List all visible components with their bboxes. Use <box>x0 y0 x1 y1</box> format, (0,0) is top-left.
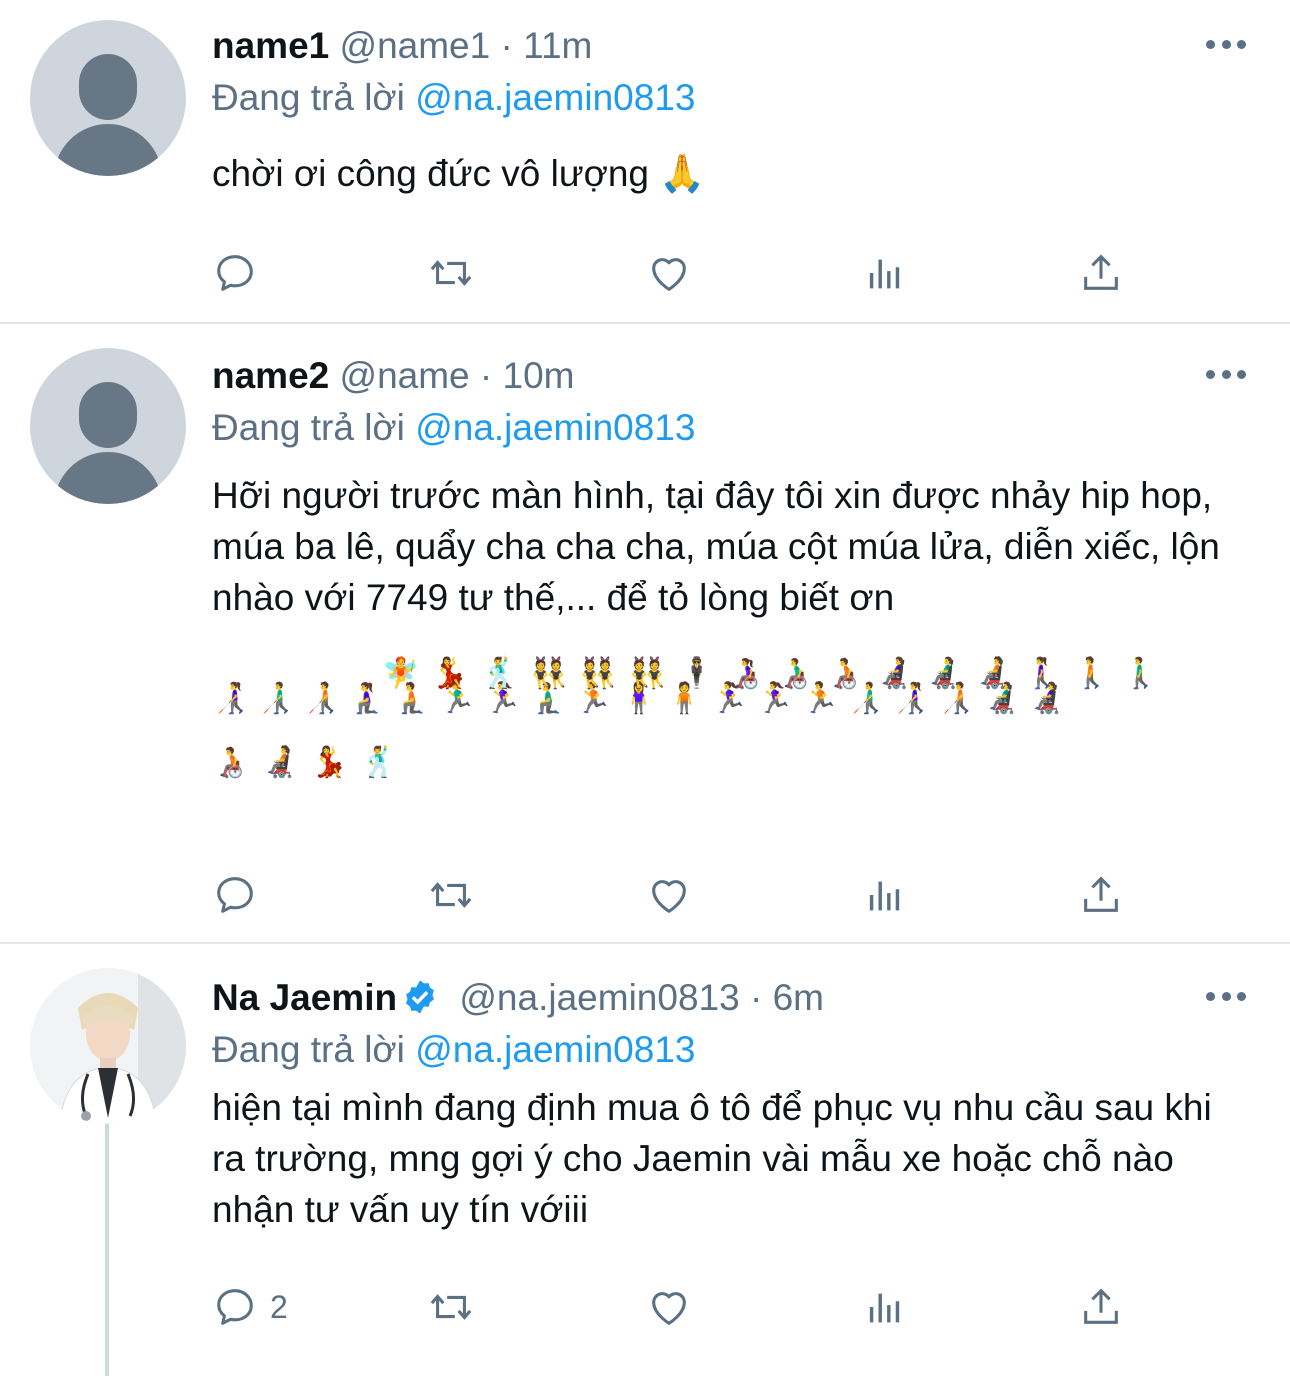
timestamp[interactable]: 11m <box>523 25 592 66</box>
share-button[interactable] <box>1078 1282 1124 1332</box>
retweet-button[interactable] <box>428 1282 474 1332</box>
profile-photo-avatar[interactable] <box>30 968 186 1124</box>
tweet-actions <box>212 248 1132 298</box>
like-button[interactable] <box>646 1282 692 1332</box>
tweet-text: chời ơi công đức vô lượng 🙏 <box>212 153 706 194</box>
timestamp[interactable]: 6m <box>773 977 824 1018</box>
more-icon[interactable] <box>1206 992 1246 1004</box>
retweet-button[interactable] <box>428 248 474 298</box>
emoji-line: 🧚💃🕺👯👯👯🕴👩‍🦽👨‍🦽🧑‍🦽👩‍🦼👨‍🦼🧑‍🦼🚶‍♀️🚶🚶‍♂️ <box>382 657 1172 690</box>
tweet[interactable]: Na Jaemin @na.jaemin0813 · 6m Đang trả l… <box>0 944 1290 1376</box>
handle[interactable]: @name <box>340 355 470 396</box>
analytics-icon <box>862 250 908 296</box>
like-button[interactable] <box>646 248 692 298</box>
analytics-icon <box>862 1284 908 1330</box>
tweet-header: name2 @name · 10m <box>212 355 575 396</box>
reply-button[interactable] <box>212 248 270 298</box>
tweet[interactable]: name1 @name1 · 11m Đang trả lời @na.jaem… <box>0 0 1290 322</box>
default-avatar[interactable] <box>30 348 186 504</box>
analytics-button[interactable] <box>862 248 908 298</box>
like-button[interactable] <box>646 870 692 920</box>
tweet-text: Hỡi người trước màn hình, tại đây tôi xi… <box>212 475 1220 618</box>
tweet-header: Na Jaemin @na.jaemin0813 · 6m <box>212 977 824 1018</box>
tweet[interactable]: name2 @name · 10m Đang trả lời @na.jaemi… <box>0 324 1290 942</box>
like-icon <box>646 1284 692 1330</box>
reply-mention-link[interactable]: @na.jaemin0813 <box>415 77 695 118</box>
emoji-line: 🧑‍🦽🧑‍🦼💃🕺 <box>212 746 410 779</box>
share-icon <box>1078 872 1124 918</box>
retweet-icon <box>428 250 474 296</box>
retweet-button[interactable] <box>428 870 474 920</box>
handle[interactable]: @na.jaemin0813 <box>459 977 739 1018</box>
replying-to: Đang trả lời @na.jaemin0813 <box>212 77 696 118</box>
thread-connector-line <box>105 1124 109 1376</box>
analytics-icon <box>862 872 908 918</box>
retweet-icon <box>428 1284 474 1330</box>
tweet-actions: 2 <box>212 1282 1132 1332</box>
tweet-text: hiện tại mình đang định mua ô tô để phục… <box>212 1087 1212 1230</box>
reply-mention-link[interactable]: @na.jaemin0813 <box>415 1029 695 1070</box>
default-avatar[interactable] <box>30 20 186 176</box>
share-icon <box>1078 1284 1124 1330</box>
display-name[interactable]: Na Jaemin <box>212 977 397 1018</box>
tweet-header: name1 @name1 · 11m <box>212 25 593 66</box>
replying-to: Đang trả lời @na.jaemin0813 <box>212 1029 696 1070</box>
like-icon <box>646 250 692 296</box>
like-icon <box>646 872 692 918</box>
reply-count: 2 <box>270 1288 288 1325</box>
profile-photo <box>30 968 186 1124</box>
reply-icon <box>212 250 258 296</box>
replying-to: Đang trả lời @na.jaemin0813 <box>212 407 696 448</box>
share-button[interactable] <box>1078 870 1124 920</box>
reply-button[interactable] <box>212 870 270 920</box>
timestamp[interactable]: 10m <box>503 355 575 396</box>
share-button[interactable] <box>1078 248 1124 298</box>
reply-button[interactable]: 2 <box>212 1282 288 1332</box>
reply-icon <box>212 872 258 918</box>
handle[interactable]: @name1 <box>340 25 491 66</box>
display-name[interactable]: name2 <box>212 355 329 396</box>
tweet-actions <box>212 870 1132 920</box>
analytics-button[interactable] <box>862 1282 908 1332</box>
reply-icon <box>212 1284 258 1330</box>
reply-mention-link[interactable]: @na.jaemin0813 <box>415 407 695 448</box>
more-icon[interactable] <box>1206 40 1246 52</box>
more-icon[interactable] <box>1206 370 1246 382</box>
share-icon <box>1078 250 1124 296</box>
retweet-icon <box>428 872 474 918</box>
verified-badge-icon <box>406 980 435 1014</box>
display-name[interactable]: name1 <box>212 25 329 66</box>
analytics-button[interactable] <box>862 870 908 920</box>
